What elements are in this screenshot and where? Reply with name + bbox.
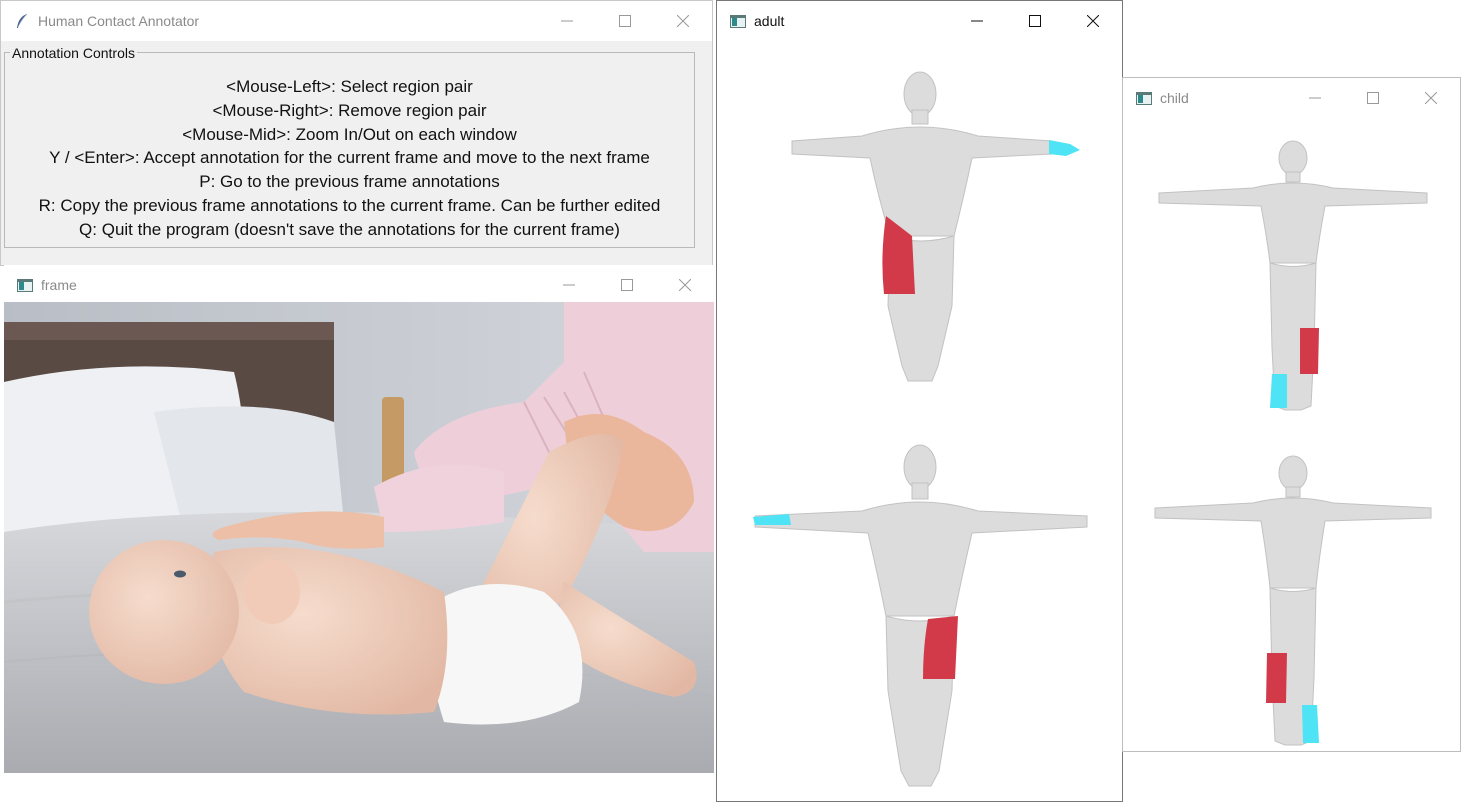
close-icon (1425, 92, 1437, 104)
child-body-front[interactable] (1153, 138, 1433, 413)
adult-body-front[interactable] (752, 66, 1092, 401)
group-label: Annotation Controls (10, 44, 137, 62)
app-window-icon (1135, 90, 1153, 106)
child-titlebar[interactable]: child (1123, 78, 1460, 118)
maximize-icon (619, 15, 631, 27)
help-line: <Mouse-Right>: Remove region pair (212, 100, 487, 120)
annotation-controls-group: Annotation Controls <Mouse-Left>: Select… (4, 44, 695, 248)
child-body-back[interactable] (1153, 453, 1433, 748)
help-line: Y / <Enter>: Accept annotation for the c… (49, 148, 650, 168)
window-title: child (1160, 90, 1189, 106)
help-text: <Mouse-Left>: Select region pair <Mouse-… (5, 75, 694, 242)
close-icon (677, 15, 689, 27)
maximize-icon (1367, 92, 1379, 104)
frame-titlebar[interactable]: frame (4, 265, 714, 305)
annotator-window: Human Contact Annotator Annotation Contr… (0, 0, 713, 266)
window-title: Human Contact Annotator (38, 13, 200, 29)
close-button[interactable] (1402, 78, 1460, 118)
maximize-button[interactable] (1006, 1, 1064, 41)
app-window-icon (729, 13, 747, 29)
child-window: child (1122, 77, 1461, 752)
minimize-button[interactable] (948, 1, 1006, 41)
minimize-icon (1309, 97, 1321, 99)
maximize-button[interactable] (598, 265, 656, 305)
minimize-button[interactable] (540, 265, 598, 305)
help-line: Q: Quit the program (doesn't save the an… (79, 219, 620, 239)
help-line: <Mouse-Left>: Select region pair (226, 77, 473, 96)
adult-window: adult (716, 0, 1123, 802)
feather-icon (13, 13, 31, 29)
maximize-button[interactable] (1344, 78, 1402, 118)
close-button[interactable] (654, 1, 712, 41)
maximize-button[interactable] (596, 1, 654, 41)
minimize-button[interactable] (538, 1, 596, 41)
annotator-titlebar[interactable]: Human Contact Annotator (1, 1, 712, 41)
maximize-icon (1029, 15, 1041, 27)
minimize-icon (561, 20, 573, 22)
close-icon (1087, 15, 1099, 27)
frame-window: frame (4, 265, 714, 773)
help-line: <Mouse-Mid>: Zoom In/Out on each window (182, 124, 517, 144)
minimize-icon (563, 284, 575, 286)
adult-titlebar[interactable]: adult (717, 1, 1122, 41)
maximize-icon (621, 279, 633, 291)
adult-body-back[interactable] (747, 441, 1092, 793)
help-line: P: Go to the previous frame annotations (199, 172, 500, 192)
close-icon (679, 279, 691, 291)
close-button[interactable] (1064, 1, 1122, 41)
video-frame-image[interactable] (4, 302, 714, 773)
window-title: adult (754, 13, 785, 29)
close-button[interactable] (656, 265, 714, 305)
app-window-icon (16, 277, 34, 293)
window-title: frame (41, 277, 77, 293)
help-line: R: Copy the previous frame annotations t… (38, 195, 661, 215)
minimize-icon (971, 20, 983, 22)
minimize-button[interactable] (1286, 78, 1344, 118)
